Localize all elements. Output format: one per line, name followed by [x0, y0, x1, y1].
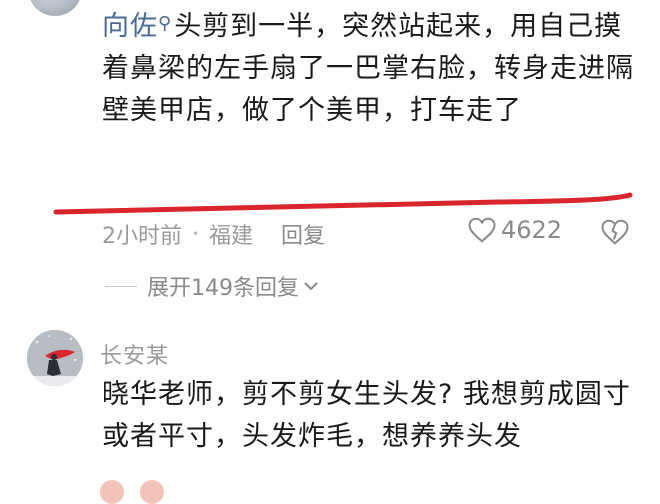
comment-time: 2小时前 — [102, 224, 182, 249]
comment-location: 福建 — [209, 224, 254, 249]
avatar[interactable] — [28, 0, 82, 16]
dislike-heart-icon[interactable] — [600, 218, 630, 246]
emoji-icon — [100, 480, 124, 504]
comment-author[interactable]: 长安某 — [100, 338, 169, 370]
divider — [105, 285, 137, 287]
heart-icon[interactable] — [467, 216, 497, 244]
comment-body: 头剪到一半，突然站起来，用自己摸着鼻梁的左手扇了一巴掌右脸，转身走进隔壁美甲店，… — [102, 11, 634, 126]
like-button[interactable]: 4622 — [467, 216, 562, 244]
chevron-down-icon[interactable] — [303, 280, 319, 292]
reply-button[interactable]: 回复 — [281, 218, 325, 250]
comment-text: 向佐⚲头剪到一半，突然站起来，用自己摸着鼻梁的左手扇了一巴掌右脸，转身走进隔壁美… — [102, 3, 642, 132]
avatar-image — [27, 330, 83, 386]
search-icon[interactable]: ⚲ — [158, 13, 172, 34]
expand-replies[interactable]: 展开149条回复 — [105, 270, 319, 302]
comment-author[interactable]: 向佐 — [102, 11, 158, 42]
emoji-row — [100, 480, 164, 504]
comment-meta: 2小时前 · 福建 回复 — [102, 218, 325, 250]
avatar[interactable] — [27, 330, 83, 386]
meta-separator: · — [192, 221, 199, 247]
like-count: 4622 — [501, 216, 563, 244]
comment-body: 晓华老师，剪不剪女生头发? 我想剪成圆寸或者平寸，头发炸毛，想养养头发 — [102, 379, 631, 452]
emoji-icon — [140, 480, 164, 504]
expand-replies-label[interactable]: 展开149条回复 — [147, 270, 299, 302]
